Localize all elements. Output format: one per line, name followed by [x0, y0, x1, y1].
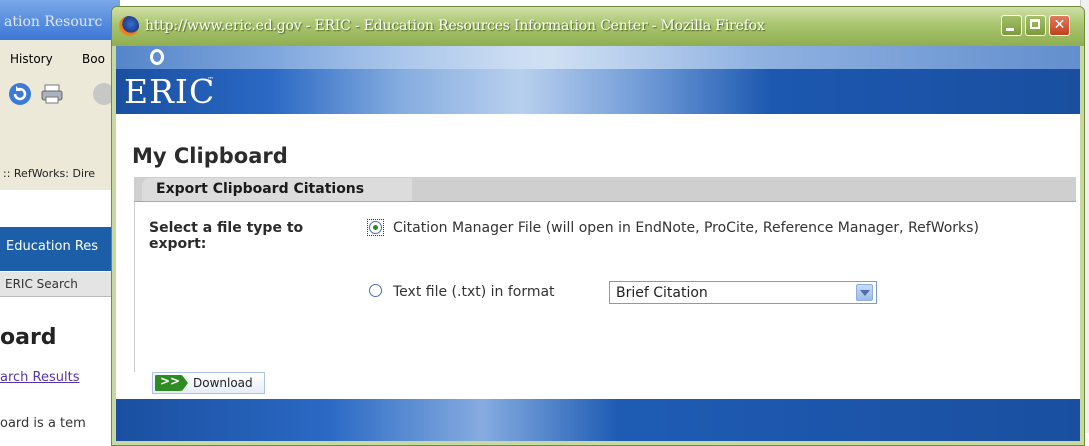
- background-body-text: oard is a tem: [0, 416, 86, 431]
- menu-history[interactable]: History: [10, 52, 53, 66]
- menu-bookmarks[interactable]: Boo: [82, 52, 105, 66]
- close-icon: ✕: [1053, 17, 1066, 33]
- print-icon[interactable]: [40, 82, 64, 106]
- background-toolbar: [0, 72, 120, 120]
- background-titlebar: ation Resourc: [0, 0, 120, 40]
- format-select-value: Brief Citation: [616, 285, 708, 301]
- download-arrow-glyph: >>: [160, 374, 181, 388]
- logo-trademark: ™: [207, 76, 214, 84]
- reload-icon[interactable]: [8, 82, 32, 106]
- background-page-top: [0, 190, 120, 227]
- background-eric-band-text: Education Res: [6, 239, 99, 254]
- file-type-label: Select a file type to export:: [149, 220, 304, 252]
- background-bookmark-bar: [0, 120, 120, 153]
- section-header: Export Clipboard Citations: [134, 177, 1076, 202]
- footer-banner: [116, 399, 1080, 441]
- window-titlebar[interactable]: http://www.eric.ed.gov - ERIC - Educatio…: [112, 7, 1084, 46]
- chevron-down-icon[interactable]: [856, 284, 873, 301]
- eric-logo[interactable]: ERIC: [124, 72, 215, 111]
- citation-manager-option-label[interactable]: Citation Manager File (will open in EndN…: [393, 220, 1033, 237]
- background-search-tab-label: ERIC Search: [5, 277, 78, 291]
- download-button-label: Download: [193, 376, 253, 390]
- format-select[interactable]: Brief Citation: [609, 281, 877, 304]
- background-menubar: History Boo: [0, 40, 120, 73]
- background-title-text: ation Resourc: [4, 14, 103, 30]
- window-title: http://www.eric.ed.gov - ERIC - Educatio…: [145, 18, 765, 34]
- citation-manager-radio[interactable]: [369, 221, 382, 234]
- minimize-button[interactable]: [1001, 15, 1022, 36]
- firefox-icon: [119, 16, 139, 36]
- background-tab[interactable]: :: RefWorks: Dire: [0, 152, 120, 191]
- page-content: ERIC ™ My Clipboard Export Clipboard Cit…: [116, 46, 1080, 441]
- text-file-option-label[interactable]: Text file (.txt) in format: [393, 284, 555, 301]
- background-search-results-link[interactable]: arch Results: [0, 370, 80, 385]
- close-button[interactable]: ✕: [1049, 15, 1070, 36]
- background-tab-label: :: RefWorks: Dire: [3, 167, 96, 180]
- banner-highlight: [116, 46, 1080, 69]
- text-file-radio[interactable]: [369, 284, 382, 297]
- page-title: My Clipboard: [132, 144, 288, 168]
- popup-window: http://www.eric.ed.gov - ERIC - Educatio…: [111, 6, 1085, 446]
- section-title: Export Clipboard Citations: [156, 181, 365, 197]
- background-search-tab[interactable]: ERIC Search: [0, 272, 120, 297]
- eric-banner: ERIC ™: [116, 46, 1080, 114]
- export-form: Select a file type to export: Citation M…: [134, 202, 1077, 394]
- download-button[interactable]: >> Download: [152, 372, 265, 394]
- background-heading: oard: [0, 325, 57, 350]
- download-arrow-icon: >>: [155, 374, 188, 391]
- maximize-button[interactable]: [1025, 15, 1046, 36]
- logo-ring-icon: [150, 49, 164, 65]
- background-eric-band: Education Res: [0, 227, 120, 271]
